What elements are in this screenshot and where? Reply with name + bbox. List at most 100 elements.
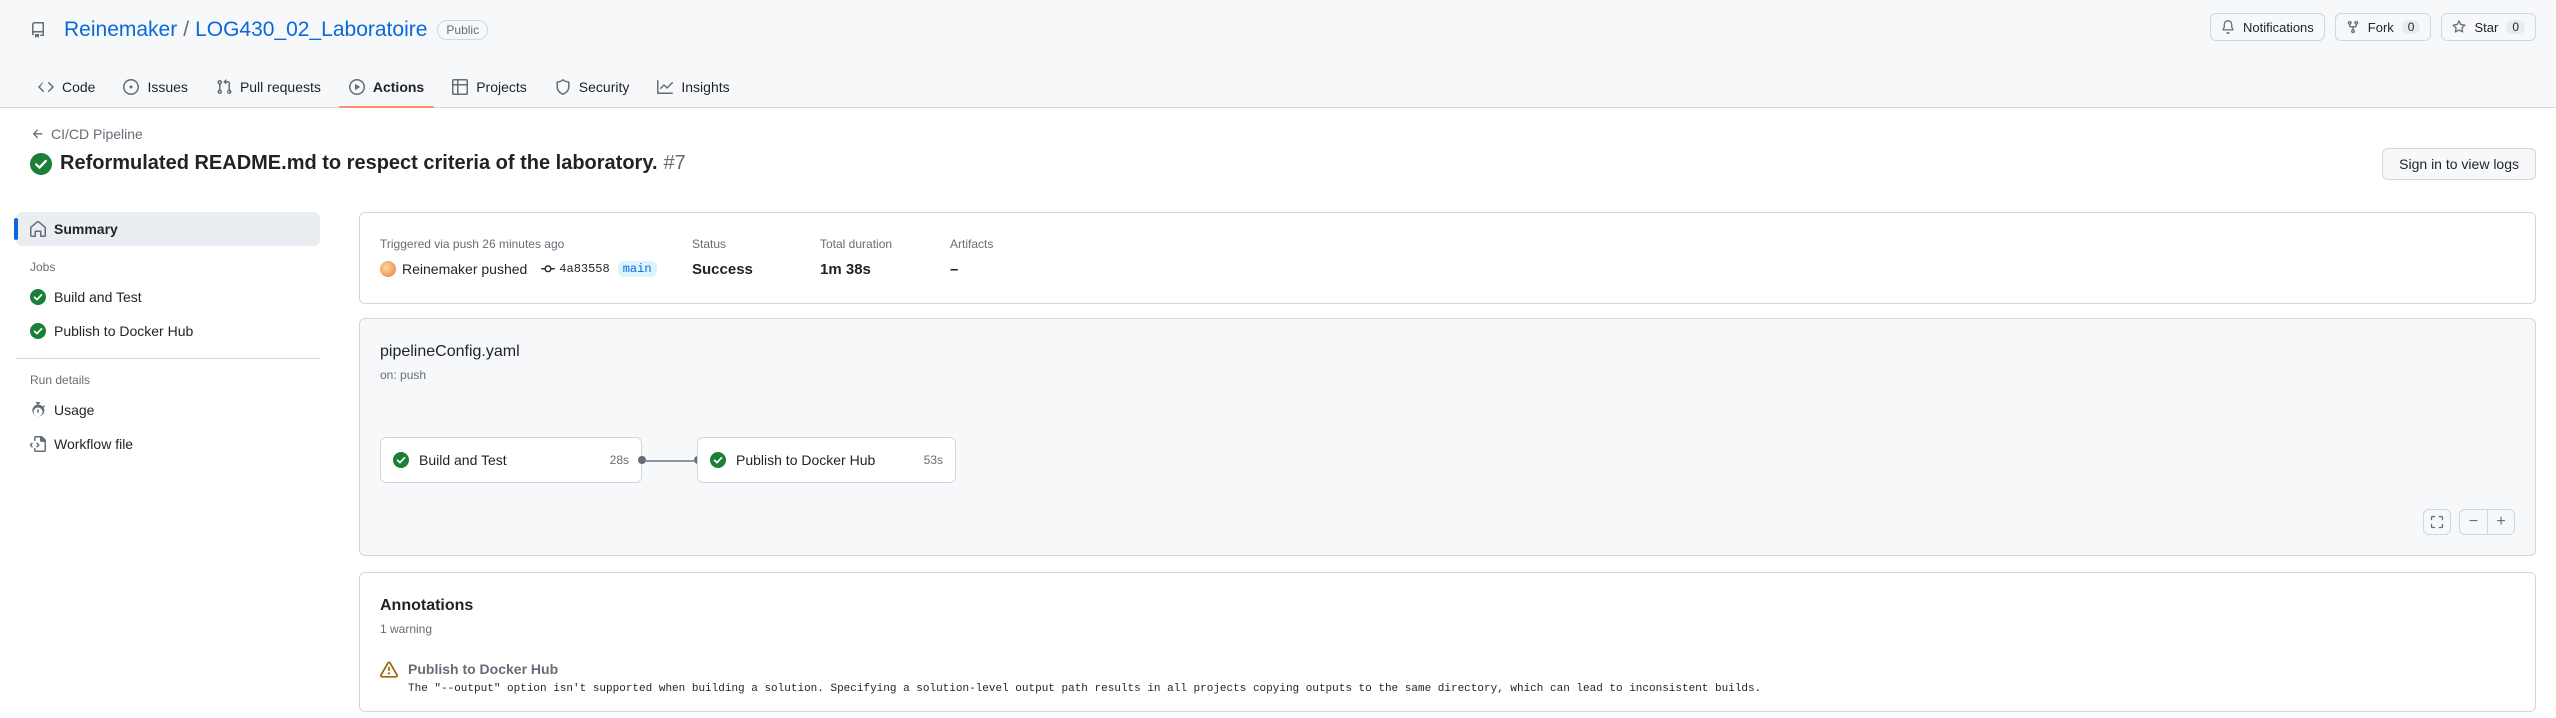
run-title-text: Reformulated README.md to respect criter… (60, 152, 658, 174)
job-node-build-and-test[interactable]: Build and Test 28s (380, 437, 642, 483)
sidebar-divider (16, 358, 320, 359)
repo-actions: Notifications Fork 0 Star 0 (2209, 13, 2536, 41)
job-connector-line (646, 460, 694, 462)
status-block: Status Success (692, 237, 753, 278)
sidebar-item-usage[interactable]: Usage (16, 393, 320, 427)
sidebar-run-details-heading: Run details (30, 373, 91, 387)
graph-icon (657, 79, 674, 95)
annotation-item: Publish to Docker Hub The "--output" opt… (380, 661, 1761, 695)
tab-label: Projects (476, 79, 527, 95)
notifications-button[interactable]: Notifications (2209, 13, 2325, 41)
annotations-card: Annotations 1 warning Publish to Docker … (359, 572, 2536, 712)
check-circle-fill-icon (30, 152, 52, 175)
fullscreen-button[interactable] (2423, 509, 2451, 535)
job-connector-start-dot (638, 456, 646, 464)
check-circle-fill-icon (710, 452, 726, 468)
sidebar-item-label: Publish to Docker Hub (54, 323, 194, 339)
repo-name-link[interactable]: LOG430_02_Laboratoire (195, 18, 427, 42)
fork-icon (2346, 20, 2360, 34)
repo-owner-link[interactable]: Reinemaker (64, 18, 177, 42)
tab-issues[interactable]: Issues (113, 66, 197, 108)
duration-block: Total duration 1m 38s (820, 237, 892, 278)
tab-label: Issues (147, 79, 188, 95)
tab-insights[interactable]: Insights (647, 66, 739, 108)
graph-zoom-controls: − + (2423, 509, 2515, 535)
actor-text: Reinemaker pushed (402, 261, 528, 277)
run-title: Reformulated README.md to respect criter… (30, 152, 686, 175)
tab-pull-requests[interactable]: Pull requests (206, 66, 331, 108)
tab-code[interactable]: Code (28, 66, 105, 108)
screen-full-icon (2430, 515, 2444, 529)
back-to-workflow-link[interactable]: CI/CD Pipeline (31, 126, 143, 142)
sidebar-item-job-publish[interactable]: Publish to Docker Hub (16, 314, 320, 348)
artifacts-label: Artifacts (950, 237, 994, 251)
annotation-message: The "--output" option isn't supported wh… (408, 683, 1762, 695)
repo-separator: / (183, 18, 190, 41)
shield-icon (555, 79, 571, 95)
back-link-label: CI/CD Pipeline (51, 126, 143, 142)
check-circle-fill-icon (30, 289, 46, 305)
tab-label: Pull requests (239, 79, 321, 95)
annotation-job-link[interactable]: Publish to Docker Hub (408, 661, 1761, 677)
stopwatch-icon (30, 402, 46, 418)
tab-label: Security (578, 79, 630, 95)
pull-request-icon (216, 79, 232, 95)
issue-icon (123, 79, 140, 95)
star-count: 0 (2506, 20, 2525, 34)
tab-security[interactable]: Security (545, 66, 640, 108)
job-duration: 53s (923, 453, 943, 467)
trigger-detail: Reinemaker pushed 4a83558 main (380, 261, 657, 277)
annotations-title: Annotations (380, 597, 474, 614)
workflow-graph-card: pipelineConfig.yaml on: push Build and T… (359, 318, 2536, 556)
zoom-in-button[interactable]: + (2487, 509, 2515, 535)
visibility-badge: Public (437, 20, 489, 40)
repo-header: Reinemaker / LOG430_02_Laboratoire Publi… (0, 0, 2556, 108)
fork-button[interactable]: Fork 0 (2334, 13, 2432, 41)
sidebar-item-label: Summary (54, 221, 118, 237)
alert-icon (380, 661, 398, 679)
job-name: Publish to Docker Hub (736, 452, 876, 468)
sidebar-item-label: Usage (54, 402, 95, 418)
git-commit-icon (541, 262, 556, 276)
star-label: Star (2474, 19, 2499, 35)
notifications-label: Notifications (2242, 19, 2314, 35)
sidebar-item-summary[interactable]: Summary (14, 212, 320, 246)
check-circle-fill-icon (393, 452, 409, 468)
bell-icon (2221, 20, 2235, 34)
run-sidebar: Summary Jobs Build and Test Publish to D… (14, 212, 320, 461)
workflow-trigger: on: push (380, 368, 427, 382)
sidebar-jobs-heading: Jobs (30, 260, 56, 274)
avatar[interactable] (380, 261, 396, 277)
commit-sha-link[interactable]: 4a83558 (559, 262, 609, 276)
job-node-publish-to-docker-hub[interactable]: Publish to Docker Hub 53s (697, 437, 956, 483)
home-icon (30, 221, 46, 237)
tab-projects[interactable]: Projects (442, 66, 537, 108)
status-label: Status (692, 237, 727, 251)
tab-actions[interactable]: Actions (338, 66, 435, 108)
sign-in-to-view-logs-button[interactable]: Sign in to view logs (2382, 148, 2536, 180)
tab-label: Insights (681, 79, 730, 95)
table-icon (452, 79, 469, 95)
zoom-out-button[interactable]: − (2459, 509, 2487, 535)
sidebar-item-job-build-and-test[interactable]: Build and Test (16, 280, 320, 314)
sidebar-item-workflow-file[interactable]: Workflow file (16, 427, 320, 461)
code-icon (38, 79, 54, 95)
star-icon (2452, 20, 2466, 34)
sidebar-item-label: Build and Test (54, 289, 142, 305)
run-summary-card: Triggered via push 26 minutes ago Reinem… (359, 212, 2536, 304)
zoom-group: − + (2459, 509, 2515, 535)
duration-label: Total duration (820, 237, 893, 251)
trigger-label: Triggered via push 26 minutes ago (380, 237, 565, 251)
duration-value: 1m 38s (820, 261, 871, 278)
star-button[interactable]: Star 0 (2441, 13, 2536, 41)
annotation-body: Publish to Docker Hub The "--output" opt… (408, 661, 1761, 695)
branch-badge[interactable]: main (617, 261, 657, 277)
check-circle-fill-icon (30, 323, 46, 339)
job-name: Build and Test (419, 452, 507, 468)
sidebar-item-label: Workflow file (54, 436, 134, 452)
workflow-file-name: pipelineConfig.yaml (380, 343, 520, 360)
play-icon (348, 79, 365, 95)
repo-nav: Code Issues Pull requests Actions Projec… (28, 66, 748, 108)
tab-label: Code (62, 79, 96, 95)
run-number: #7 (663, 152, 686, 174)
